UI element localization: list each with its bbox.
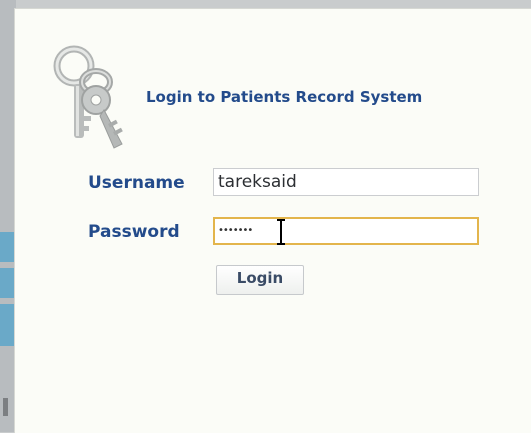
password-mask: ••••••• <box>218 225 253 236</box>
username-label: Username <box>88 173 185 193</box>
page-title: Login to Patients Record System <box>146 88 423 106</box>
username-field[interactable] <box>213 168 479 196</box>
text-cursor-icon <box>277 219 285 245</box>
side-tab[interactable] <box>0 268 14 298</box>
login-button[interactable]: Login <box>216 265 304 295</box>
scroll-handle[interactable] <box>3 398 8 416</box>
password-field[interactable]: ••••••• <box>213 217 479 245</box>
side-tab[interactable] <box>0 304 14 346</box>
keys-icon <box>53 45 123 149</box>
side-tab[interactable] <box>0 232 14 262</box>
password-label: Password <box>88 222 180 242</box>
